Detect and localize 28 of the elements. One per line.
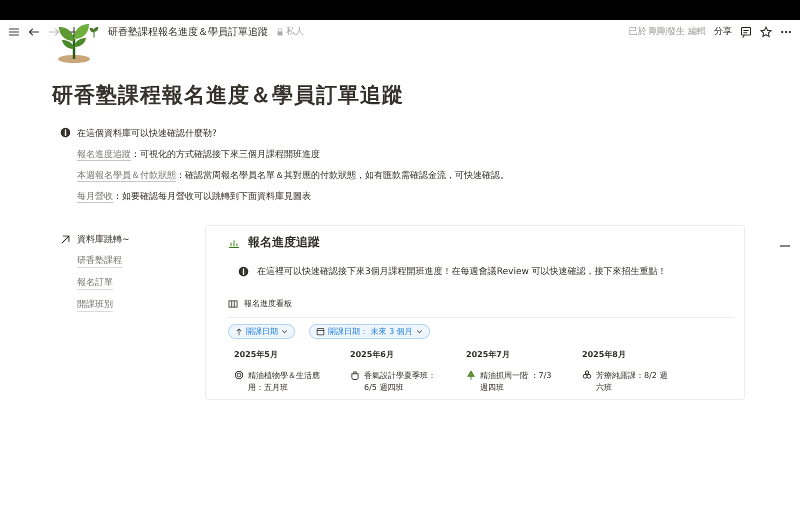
column-heading: 2025年7月 bbox=[466, 349, 511, 360]
card-title[interactable]: 精油植物學＆生活應用：五月班 bbox=[248, 370, 324, 394]
card-title[interactable]: 香氣設計學夏季班：6/5 週四班 bbox=[364, 370, 440, 394]
column-heading: 2025年6月 bbox=[350, 349, 395, 360]
callout-text: 在這裡可以快速確認接下來3個月課程開班進度！在每週會議Review 可以快速確認，接下來招生重點！ bbox=[257, 266, 667, 278]
callout-text: ：可視化的方式確認接下來三個月課程開班進度 bbox=[131, 150, 320, 160]
edited-status: 已於 剛剛發生 編輯 bbox=[628, 26, 706, 38]
column-heading: 2025年5月 bbox=[234, 349, 279, 360]
database-link[interactable]: 開課班別 bbox=[77, 298, 113, 312]
card-title[interactable]: 精油抓周一階 ：7/3 週四班 bbox=[480, 370, 556, 394]
view-tab[interactable]: 報名進度看板 bbox=[244, 298, 292, 309]
column-heading: 2025年8月 bbox=[582, 349, 627, 360]
callout-text: ：如要確認每月營收可以跳轉到下面資料庫見圖表 bbox=[113, 192, 311, 202]
sidebar-heading: 資料庫跳轉~ bbox=[77, 234, 130, 246]
share-button[interactable]: 分享 bbox=[714, 25, 732, 38]
page-link[interactable]: 每月營收 bbox=[77, 192, 113, 203]
callout-heading: 在這個資料庫可以快速確認什麼勒? bbox=[77, 128, 218, 140]
database-link[interactable]: 報名訂單 bbox=[77, 276, 113, 290]
database-link[interactable]: 研香塾課程 bbox=[77, 254, 122, 268]
database-title: 報名進度追蹤 bbox=[248, 234, 320, 251]
page-title: 研香塾課程報名進度＆學員訂單追蹤 bbox=[52, 82, 405, 109]
page-link[interactable]: 本週報名學員＆付款狀態 bbox=[77, 171, 176, 182]
callout-text: ：確認當周報名學員名單＆其對應的付款狀態，如有匯款需確認金流，可快速確認。 bbox=[176, 171, 509, 181]
page-breadcrumb[interactable]: 研香塾課程報名進度＆學員訂單追蹤 bbox=[108, 24, 268, 38]
card-title[interactable]: 芳療純露課：8/2 週六班 bbox=[596, 370, 672, 394]
filter-chip[interactable]: 開課日期 bbox=[228, 324, 295, 339]
filter-chip[interactable]: 開課日期： 未來 3 個月 bbox=[309, 324, 430, 339]
page-link[interactable]: 報名進度追蹤 bbox=[77, 150, 131, 161]
